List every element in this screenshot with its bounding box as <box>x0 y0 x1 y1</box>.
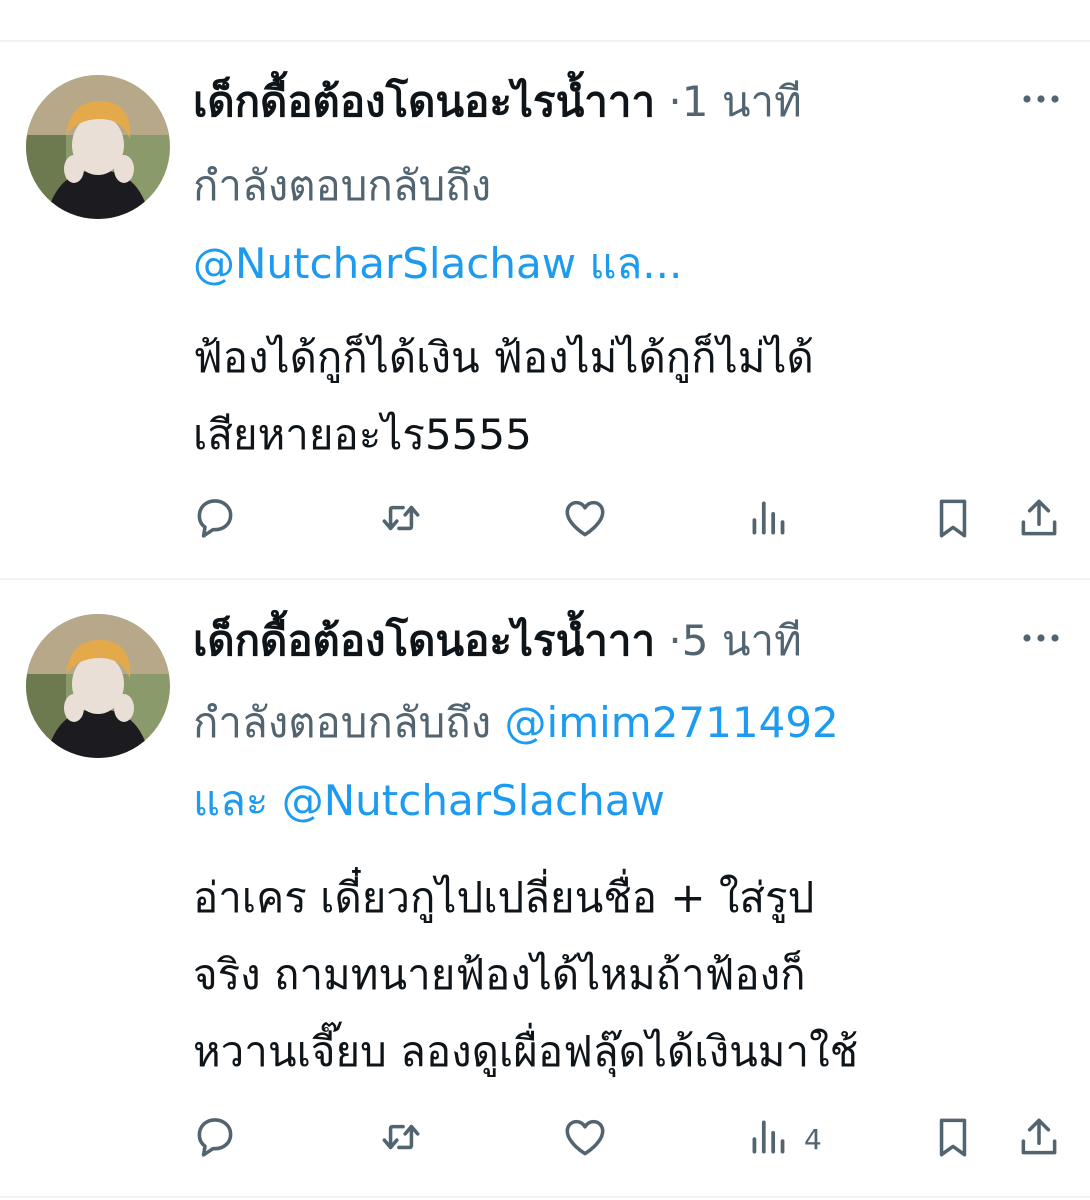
reply-mention-link[interactable]: @NutcharSlachaw แล... <box>193 239 682 288</box>
bookmark-button[interactable] <box>928 493 978 547</box>
reply-context: กำลังตอบกลับถึง @imim2711492 <box>193 695 839 751</box>
views-icon <box>744 1112 794 1166</box>
share-icon <box>1014 1112 1064 1166</box>
reply-context-line2: และ @NutcharSlachaw <box>193 773 665 829</box>
share-button[interactable] <box>1014 1112 1064 1166</box>
action-bar <box>0 493 1090 543</box>
tweet-header: เด็กดื้อต้องโดนอะไรน้ำาา ·5 นาที <box>193 613 802 669</box>
tweet-header: เด็กดื้อต้องโดนอะไรน้ำาา ·1 นาที <box>193 74 802 130</box>
replying-to-label: กำลังตอบกลับถึง <box>193 698 492 747</box>
tweet-text-line-2: เสียหายอะไร5555 <box>193 410 532 459</box>
share-button[interactable] <box>1014 493 1064 547</box>
reply-context: กำลังตอบกลับถึง <box>193 158 491 214</box>
retweet-button[interactable] <box>376 1112 426 1166</box>
like-icon <box>560 1112 610 1166</box>
tweet-text-line-1: อ่าเคร เดี๋ยวกูไปเปลี่ยนชื่อ + ใส่รูป <box>193 873 815 922</box>
views-count: 4 <box>804 1122 822 1156</box>
top-divider <box>0 40 1090 42</box>
like-button[interactable] <box>560 493 610 547</box>
separator-dot: · <box>668 616 682 665</box>
tweet-divider <box>0 578 1090 580</box>
tweet-text-line-2: จริง ถามทนายฟ้องได้ไหมถ้าฟ้องก็ <box>193 950 806 999</box>
reply-and-label: และ <box>193 776 269 825</box>
separator-dot: · <box>668 77 682 126</box>
timestamp[interactable]: 1 นาที <box>682 77 802 126</box>
views-button[interactable]: 4 <box>744 1112 822 1166</box>
action-bar: 4 <box>0 1112 1090 1162</box>
like-button[interactable] <box>560 1112 610 1166</box>
reply-mention-link[interactable]: @NutcharSlachaw <box>282 776 665 825</box>
tweet-text-line-3: หวานเจี๊ยบ ลองดูเผื่อฟลุ๊ดได้เงินมาใช้ <box>193 1027 859 1076</box>
reply-icon <box>190 1112 240 1166</box>
display-name[interactable]: เด็กดื้อต้องโดนอะไรน้ำาา <box>193 616 655 665</box>
reply-icon <box>190 493 240 547</box>
reply-button[interactable] <box>190 493 240 547</box>
retweet-icon <box>376 493 426 547</box>
more-icon[interactable] <box>1018 76 1064 126</box>
share-icon <box>1014 493 1064 547</box>
tweet-text-line-1: ฟ้องได้กูก็ได้เงิน ฟ้องไม่ได้กูก็ไม่ได้ <box>193 333 814 382</box>
bookmark-icon <box>928 493 978 547</box>
like-icon <box>560 493 610 547</box>
avatar[interactable] <box>26 75 170 219</box>
retweet-icon <box>376 1112 426 1166</box>
timestamp[interactable]: 5 นาที <box>682 616 802 665</box>
avatar[interactable] <box>26 614 170 758</box>
views-button[interactable] <box>744 493 804 547</box>
display-name[interactable]: เด็กดื้อต้องโดนอะไรน้ำาา <box>193 77 655 126</box>
reply-context-line2: @NutcharSlachaw แล... <box>193 236 682 292</box>
bottom-divider <box>0 1196 1090 1198</box>
more-icon[interactable] <box>1018 615 1064 665</box>
bookmark-icon <box>928 1112 978 1166</box>
views-icon <box>744 493 794 547</box>
retweet-button[interactable] <box>376 493 426 547</box>
reply-mention-link[interactable]: @imim2711492 <box>505 698 839 747</box>
reply-button[interactable] <box>190 1112 240 1166</box>
bookmark-button[interactable] <box>928 1112 978 1166</box>
replying-to-label: กำลังตอบกลับถึง <box>193 161 492 210</box>
